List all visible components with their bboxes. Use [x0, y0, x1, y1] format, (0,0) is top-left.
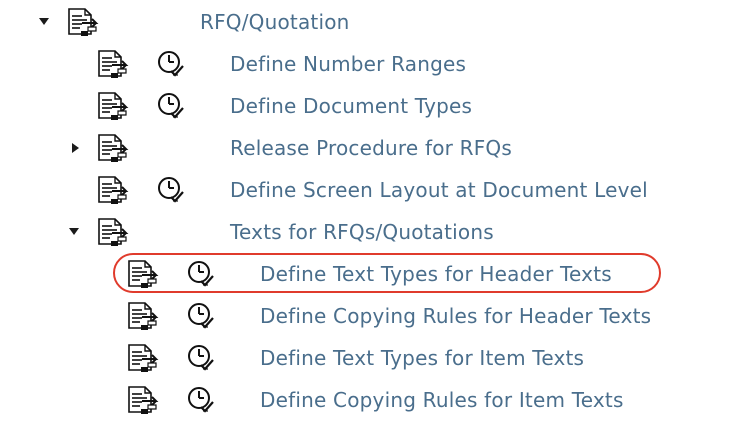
document-execute-icon[interactable] — [126, 385, 160, 415]
clock-check-icon[interactable] — [154, 175, 188, 205]
tree-node-label[interactable]: Define Number Ranges — [230, 52, 466, 76]
triangle-down-icon[interactable] — [39, 18, 49, 25]
tree-node-define-copying-rules-item[interactable]: Define Copying Rules for Item Texts — [0, 379, 744, 421]
tree-node-define-number-ranges[interactable]: Define Number Ranges — [0, 43, 744, 85]
tree-node-texts-for-rfqs-quotations[interactable]: Texts for RFQs/Quotations — [0, 211, 744, 253]
tree-node-label[interactable]: Define Copying Rules for Header Texts — [260, 304, 651, 328]
document-execute-icon[interactable] — [96, 91, 130, 121]
tree-node-label[interactable]: Define Document Types — [230, 94, 472, 118]
highlight-outline — [113, 253, 661, 293]
triangle-right-icon[interactable] — [72, 143, 79, 153]
tree-node-label[interactable]: Texts for RFQs/Quotations — [230, 220, 494, 244]
document-execute-icon[interactable] — [126, 301, 160, 331]
tree-node-define-screen-layout[interactable]: Define Screen Layout at Document Level — [0, 169, 744, 211]
tree-node-define-copying-rules-header[interactable]: Define Copying Rules for Header Texts — [0, 295, 744, 337]
tree-node-label[interactable]: RFQ/Quotation — [200, 10, 350, 34]
triangle-down-icon[interactable] — [69, 228, 79, 235]
clock-check-icon[interactable] — [154, 49, 188, 79]
document-execute-icon[interactable] — [66, 7, 100, 37]
document-execute-icon[interactable] — [96, 133, 130, 163]
tree-node-label[interactable]: Release Procedure for RFQs — [230, 136, 512, 160]
tree-node-label[interactable]: Define Text Types for Item Texts — [260, 346, 584, 370]
clock-check-icon[interactable] — [184, 301, 218, 331]
document-execute-icon[interactable] — [126, 343, 160, 373]
tree-node-rfq-quotation[interactable]: RFQ/Quotation — [0, 1, 744, 43]
document-execute-icon[interactable] — [96, 217, 130, 247]
tree-node-label[interactable]: Define Copying Rules for Item Texts — [260, 388, 624, 412]
document-execute-icon[interactable] — [96, 175, 130, 205]
tree-node-define-document-types[interactable]: Define Document Types — [0, 85, 744, 127]
tree-node-release-procedure-for-rfqs[interactable]: Release Procedure for RFQs — [0, 127, 744, 169]
clock-check-icon[interactable] — [184, 385, 218, 415]
clock-check-icon[interactable] — [184, 343, 218, 373]
clock-check-icon[interactable] — [154, 91, 188, 121]
tree-node-label[interactable]: Define Screen Layout at Document Level — [230, 178, 648, 202]
document-execute-icon[interactable] — [96, 49, 130, 79]
tree-node-define-text-types-item[interactable]: Define Text Types for Item Texts — [0, 337, 744, 379]
